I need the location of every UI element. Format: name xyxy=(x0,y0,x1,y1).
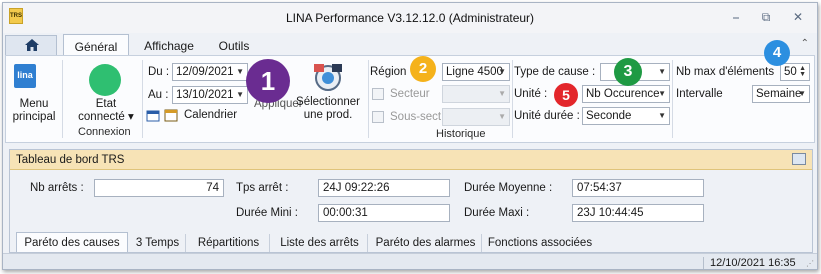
close-button[interactable]: ✕ xyxy=(787,9,809,25)
etat-connecte-label: Etat connecté ▾ xyxy=(78,98,134,123)
region-label: Région xyxy=(370,66,407,78)
connection-status-icon xyxy=(89,64,121,96)
chevron-down-icon: ▼ xyxy=(498,112,506,121)
chevron-down-icon: ▼ xyxy=(658,67,666,76)
chevron-down-icon: ▼ xyxy=(498,67,506,76)
duree-maxi-value: 23J 10:44:45 xyxy=(572,204,704,222)
calendar-grid-icon xyxy=(164,109,178,122)
region-select[interactable]: Ligne 4500 ▼ xyxy=(442,63,510,81)
secteur-label: Secteur xyxy=(390,88,430,100)
duree-moyenne-value: 07:54:37 xyxy=(572,179,704,197)
title-bar: TRS LINA Performance V3.12.12.0 (Adminis… xyxy=(3,3,817,33)
minimize-button[interactable]: ⎯ xyxy=(725,9,747,25)
stepper-arrows-icon: ▲ ▼ xyxy=(799,65,806,78)
restore-button[interactable]: ⧉ xyxy=(755,9,777,25)
soussect-label: Sous-sect xyxy=(390,111,442,123)
tab-pareto-causes[interactable]: Paréto des causes xyxy=(16,232,128,252)
status-datetime: 12/10/2021 16:35 xyxy=(703,257,796,269)
unite-duree-select[interactable]: Seconde ▼ xyxy=(582,107,670,125)
unite-select[interactable]: Nb Occurence ▼ xyxy=(582,85,670,103)
unite-label: Unité : xyxy=(514,88,548,100)
ribbon-tabs: Général Affichage Outils ⌃ xyxy=(3,33,817,56)
tps-arret-value: 24J 09:22:26 xyxy=(318,179,450,197)
panel-float-icon[interactable] xyxy=(792,153,806,165)
chevron-down-icon: ▾ xyxy=(128,111,134,123)
type-cause-label: Type de cause : xyxy=(514,66,596,78)
separator xyxy=(62,60,63,138)
tab-outils[interactable]: Outils xyxy=(211,37,257,55)
unite-duree-label: Unité durée : xyxy=(514,110,580,122)
tableau-de-bord-panel: Tableau de bord TRS Nb arrêts : 74 Tps a… xyxy=(9,149,813,253)
chevron-down-icon: ▼ xyxy=(798,89,806,98)
chevron-down-icon: ▼ xyxy=(498,89,506,98)
window-title: LINA Performance V3.12.12.0 (Administrat… xyxy=(285,11,535,25)
callout-badge-1: 1 xyxy=(246,59,290,103)
callout-badge-2: 2 xyxy=(410,56,436,82)
au-label: Au : xyxy=(148,89,169,101)
nb-arrets-value: 74 xyxy=(94,179,224,197)
home-icon xyxy=(25,39,39,51)
chevron-down-icon: ▼ xyxy=(236,67,244,76)
tps-arret-label: Tps arrêt : xyxy=(236,182,289,194)
duree-moyenne-label: Durée Moyenne : xyxy=(464,182,553,194)
soussect-select[interactable]: ▼ xyxy=(442,108,510,126)
duree-maxi-label: Durée Maxi : xyxy=(464,207,530,219)
tab-general[interactable]: Général xyxy=(63,34,129,56)
chevron-down-icon: ▼ xyxy=(236,90,244,99)
tab-3-temps[interactable]: 3 Temps xyxy=(130,234,186,252)
secteur-checkbox[interactable] xyxy=(372,88,384,100)
date-au-picker[interactable]: 13/10/2021 ▼ xyxy=(172,86,248,104)
separator xyxy=(672,60,673,138)
calendrier-label: Calendrier xyxy=(184,109,238,121)
du-label: Du : xyxy=(148,66,170,78)
duree-mini-value: 00:00:31 xyxy=(318,204,450,222)
panel-header: Tableau de bord TRS xyxy=(10,150,812,170)
nbmax-stepper[interactable]: 50 ▲ ▼ xyxy=(780,63,810,81)
separator xyxy=(142,60,143,138)
menu-principal-label: Menu principal xyxy=(12,98,56,123)
home-tab[interactable] xyxy=(5,35,57,55)
intervalle-select[interactable]: Semaine ▼ xyxy=(752,85,810,103)
lina-logo-icon: lina xyxy=(14,64,36,88)
tab-repartitions[interactable]: Répartitions xyxy=(188,234,270,252)
callout-badge-5: 5 xyxy=(554,83,578,107)
intervalle-label: Intervalle xyxy=(676,88,723,100)
tab-affichage[interactable]: Affichage xyxy=(137,37,201,55)
select-prod-label: Sélectionner une prod. xyxy=(296,96,360,121)
ribbon-panel: lina Menu principal Etat connecté ▾ Conn… xyxy=(5,40,815,143)
date-du-picker[interactable]: 12/09/2021 ▼ xyxy=(172,63,248,81)
separator xyxy=(512,60,513,138)
dashboard-tabs: Paréto des causes 3 Temps Répartitions L… xyxy=(16,232,806,252)
nbmax-label: Nb max d'éléments xyxy=(676,66,775,78)
chevron-down-icon: ▼ xyxy=(658,89,666,98)
duree-mini-label: Durée Mini : xyxy=(236,207,298,219)
resize-grip-icon[interactable]: ⋰ xyxy=(806,259,814,268)
app-window: TRS LINA Performance V3.12.12.0 (Adminis… xyxy=(2,2,818,270)
connexion-group-label: Connexion xyxy=(78,126,131,138)
separator xyxy=(368,60,369,138)
tab-pareto-alarmes[interactable]: Paréto des alarmes xyxy=(370,234,482,252)
soussect-checkbox[interactable] xyxy=(372,111,384,123)
tab-liste-arrets[interactable]: Liste des arrêts xyxy=(272,234,368,252)
status-bar: 12/10/2021 16:35 ⋰ xyxy=(3,253,817,269)
callout-badge-4: 4 xyxy=(764,40,790,66)
secteur-select[interactable]: ▼ xyxy=(442,85,510,103)
calendar-icon xyxy=(146,110,160,122)
collapse-ribbon-icon[interactable]: ⌃ xyxy=(801,38,809,49)
production-select-icon xyxy=(314,64,342,91)
callout-badge-3: 3 xyxy=(614,58,642,86)
historique-group-label: Historique xyxy=(436,128,486,140)
nb-arrets-label: Nb arrêts : xyxy=(30,182,84,194)
tab-fonctions-associees[interactable]: Fonctions associées xyxy=(484,234,596,252)
panel-title: Tableau de bord TRS xyxy=(16,154,125,166)
chevron-down-icon: ▼ xyxy=(658,111,666,120)
